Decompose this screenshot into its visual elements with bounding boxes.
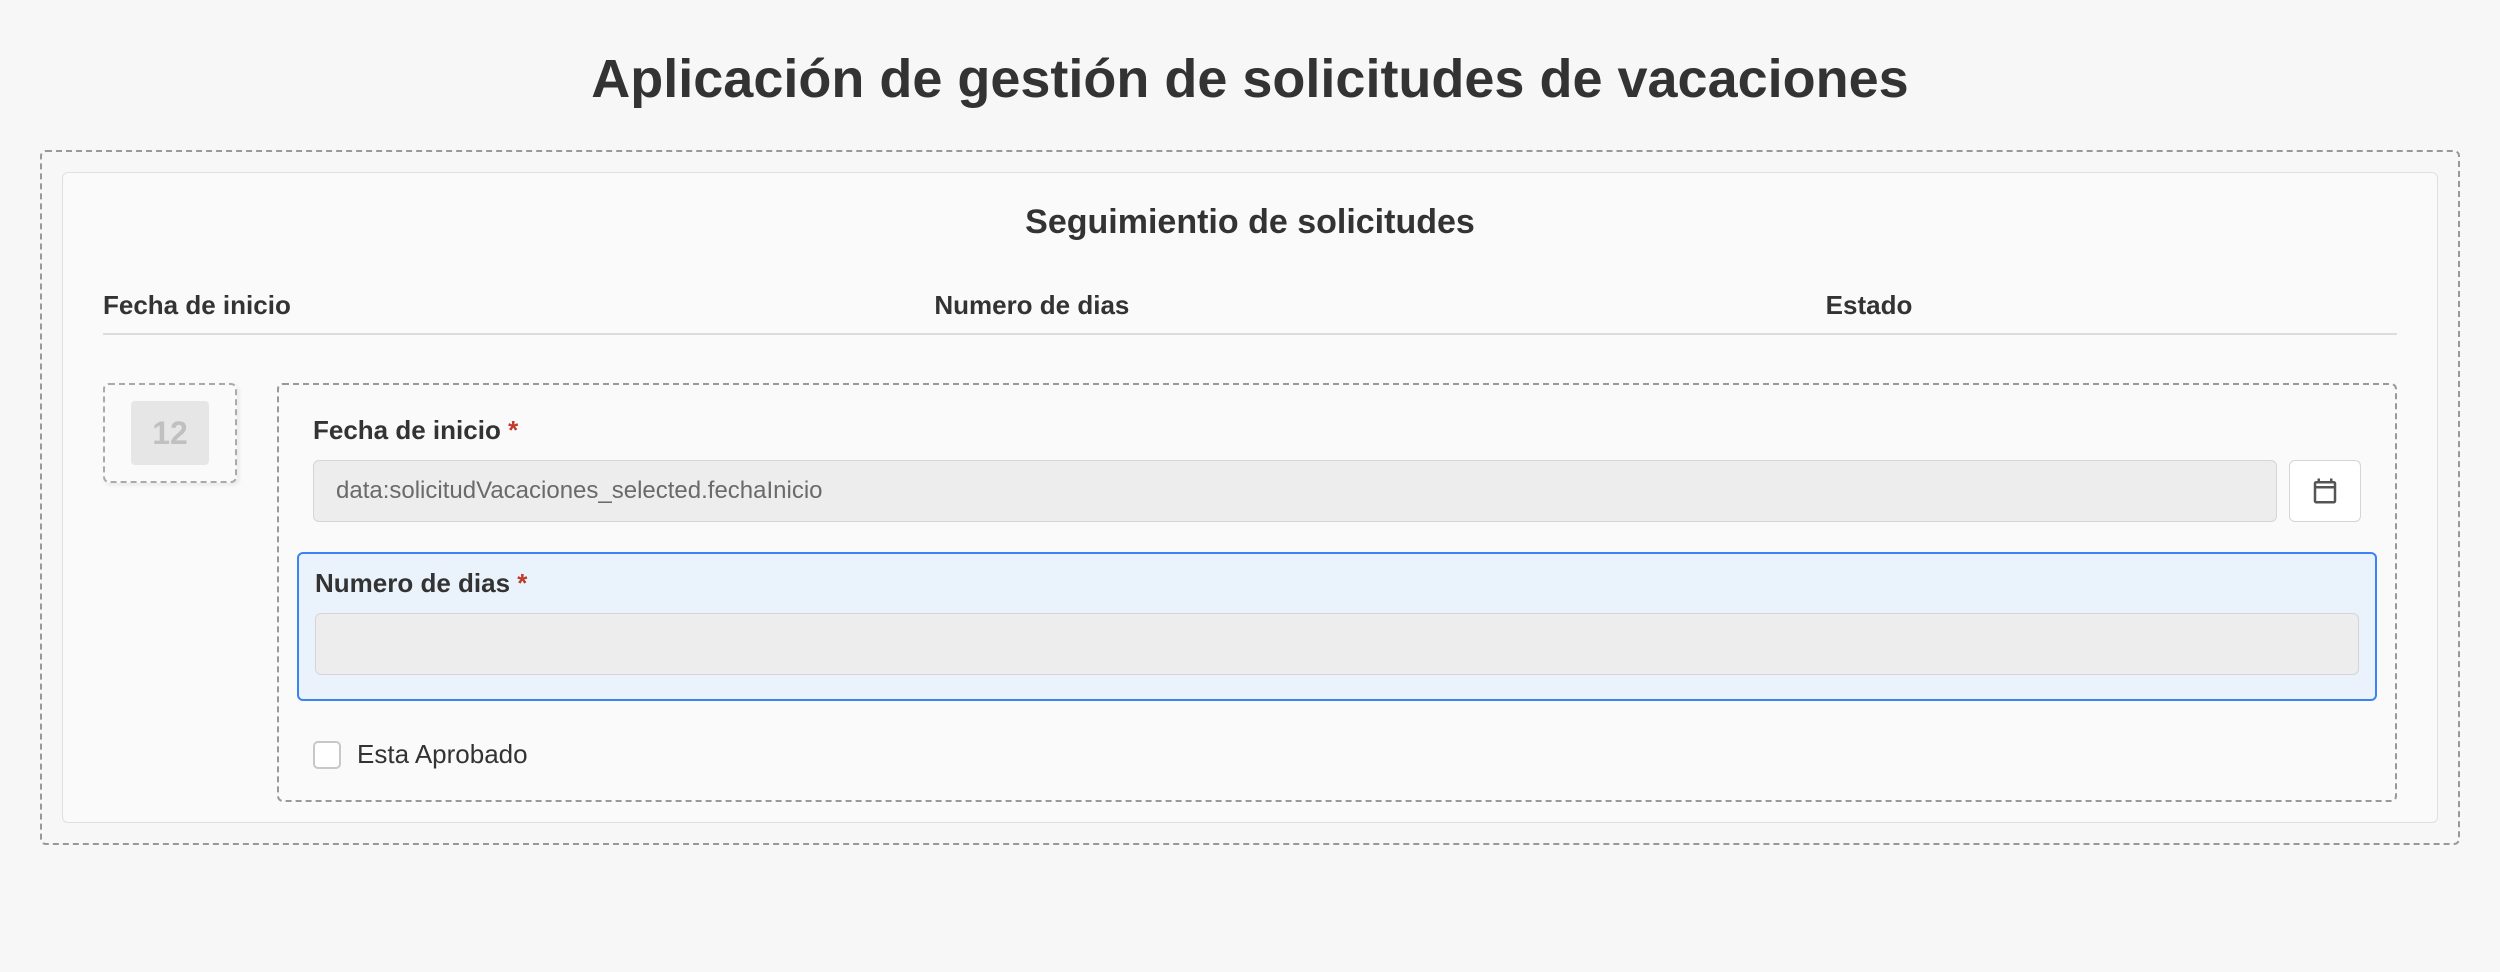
record-placeholder-number: 12 — [131, 401, 209, 465]
fecha-inicio-input-row — [313, 460, 2361, 522]
label-esta-aprobado: Esta Aprobado — [357, 739, 528, 770]
label-fecha-inicio: Fecha de inicio * — [313, 415, 2361, 446]
field-esta-aprobado: Esta Aprobado — [313, 731, 2361, 770]
detail-form-container[interactable]: Fecha de inicio * — [277, 383, 2397, 802]
esta-aprobado-checkbox[interactable] — [313, 741, 341, 769]
fecha-inicio-input[interactable] — [313, 460, 2277, 522]
numero-dias-input[interactable] — [315, 613, 2359, 675]
design-canvas-outer: Seguimientio de solicitudes Fecha de ini… — [40, 150, 2460, 845]
section-title: Seguimientio de solicitudes — [103, 203, 2397, 242]
label-numero-dias: Numero de dias * — [315, 568, 2359, 599]
label-fecha-inicio-text: Fecha de inicio — [313, 415, 501, 445]
calendar-button[interactable] — [2289, 460, 2361, 522]
record-placeholder-tile[interactable]: 12 — [103, 383, 237, 483]
column-header-fecha-inicio: Fecha de inicio — [103, 290, 674, 321]
panel-seguimiento: Seguimientio de solicitudes Fecha de ini… — [62, 172, 2438, 823]
field-numero-dias-selected[interactable]: Numero de dias * — [297, 552, 2377, 701]
column-header-numero-dias: Numero de dias — [674, 290, 1505, 321]
field-fecha-inicio: Fecha de inicio * — [313, 415, 2361, 522]
column-headers: Fecha de inicio Numero de dias Estado — [103, 290, 2397, 335]
content-row: 12 Fecha de inicio * — [103, 383, 2397, 802]
required-marker: * — [508, 415, 518, 445]
app-title: Aplicación de gestión de solicitudes de … — [0, 0, 2500, 150]
column-header-estado: Estado — [1506, 290, 2397, 321]
required-marker: * — [517, 568, 527, 598]
label-numero-dias-text: Numero de dias — [315, 568, 510, 598]
calendar-icon — [2310, 476, 2340, 506]
